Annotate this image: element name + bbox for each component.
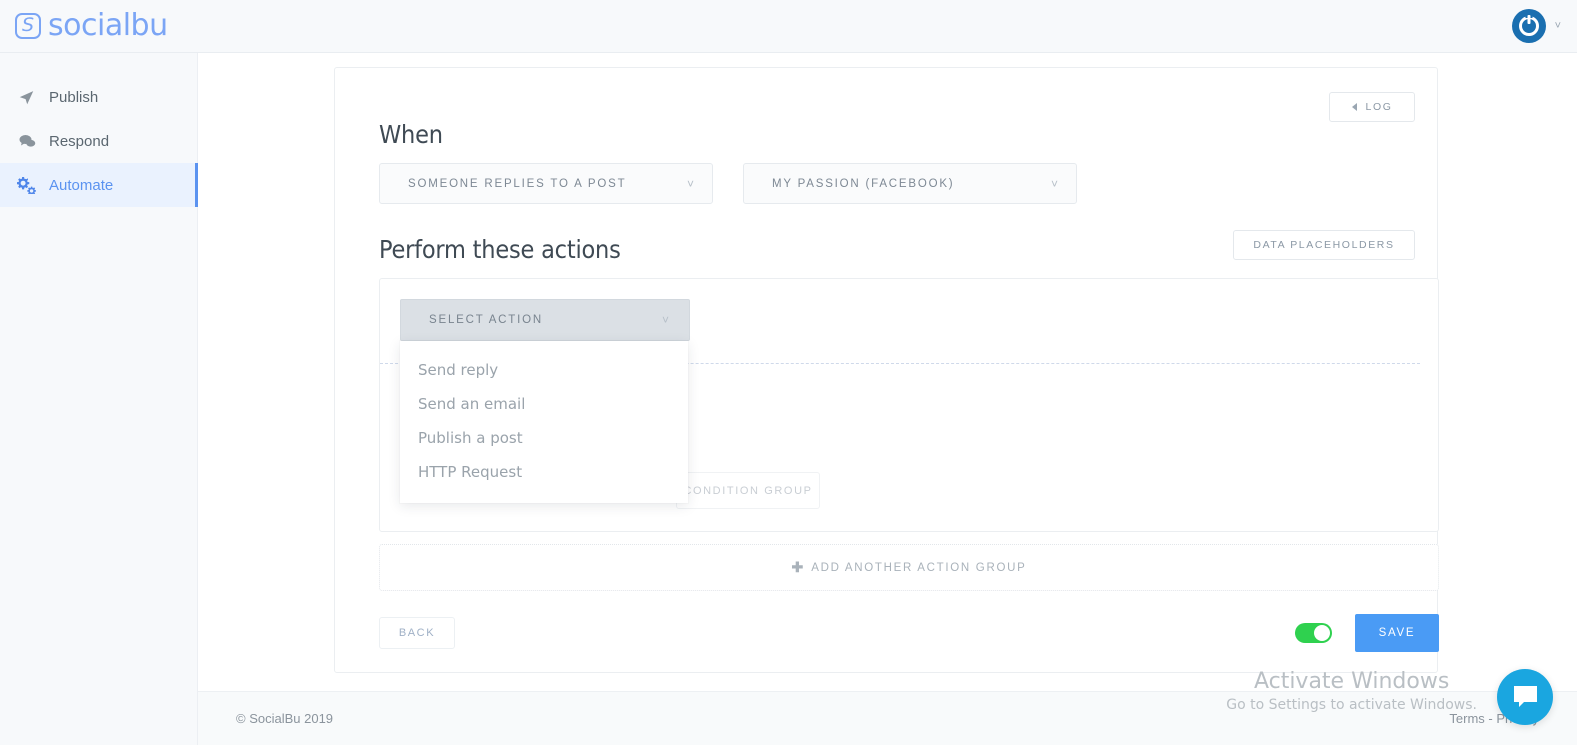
top-bar: S socialbu ˅ bbox=[0, 0, 1577, 53]
when-title: When bbox=[379, 120, 443, 149]
action-options-menu: Send reply Send an email Publish a post … bbox=[400, 341, 688, 503]
chevron-down-icon: ˅ bbox=[661, 313, 669, 327]
chevron-down-icon[interactable]: ˅ bbox=[1555, 20, 1561, 32]
save-button-label: SAVE bbox=[1378, 627, 1416, 639]
terms-link[interactable]: Terms bbox=[1449, 711, 1484, 726]
brand-logo[interactable]: S socialbu bbox=[0, 11, 168, 41]
plus-icon: ✚ bbox=[791, 559, 804, 575]
sidebar: Publish Respond Automate bbox=[0, 53, 198, 745]
account-select-value: MY PASSION (FACEBOOK) bbox=[772, 177, 955, 190]
select-action-value: SELECT ACTION bbox=[429, 314, 543, 326]
add-another-action-group-button[interactable]: ✚ ADD ANOTHER ACTION GROUP bbox=[379, 544, 1439, 591]
action-option-send-reply[interactable]: Send reply bbox=[400, 353, 688, 387]
copyright-text: © SocialBu 2019 bbox=[236, 711, 334, 726]
app-root: S socialbu ˅ Publish Respond Automate LO… bbox=[0, 0, 1577, 745]
sidebar-item-label: Automate bbox=[49, 176, 114, 194]
trigger-select-value: SOMEONE REPLIES TO A POST bbox=[408, 177, 627, 190]
card-footer: BACK SAVE bbox=[379, 614, 1439, 652]
action-option-publish-a-post[interactable]: Publish a post bbox=[400, 421, 688, 455]
chat-support-button[interactable] bbox=[1497, 669, 1553, 725]
condition-group-button[interactable]: CONDITION GROUP bbox=[676, 472, 820, 509]
add-another-action-group-label: ADD ANOTHER ACTION GROUP bbox=[811, 561, 1027, 574]
back-button[interactable]: BACK bbox=[379, 617, 455, 649]
comments-icon bbox=[17, 132, 36, 150]
sidebar-item-publish[interactable]: Publish bbox=[0, 75, 197, 119]
card-footer-right: SAVE bbox=[1295, 614, 1439, 652]
toggle-knob bbox=[1314, 625, 1330, 641]
sidebar-item-respond[interactable]: Respond bbox=[0, 119, 197, 163]
chevron-down-icon: ˅ bbox=[1050, 176, 1058, 191]
action-group-panel: CONDITION GROUP SELECT ACTION ˅ Send rep… bbox=[379, 278, 1439, 532]
avatar[interactable] bbox=[1511, 9, 1546, 43]
data-placeholders-button[interactable]: DATA PLACEHOLDERS bbox=[1233, 230, 1415, 260]
trigger-select[interactable]: SOMEONE REPLIES TO A POST ˅ bbox=[379, 163, 713, 204]
save-button[interactable]: SAVE bbox=[1355, 614, 1439, 652]
data-placeholders-label: DATA PLACEHOLDERS bbox=[1253, 239, 1395, 251]
brand-mark-letter: S bbox=[21, 13, 35, 36]
brand-name: socialbu bbox=[48, 8, 168, 43]
log-button[interactable]: LOG bbox=[1329, 92, 1415, 122]
actions-title: Perform these actions bbox=[379, 235, 621, 264]
action-option-send-an-email[interactable]: Send an email bbox=[400, 387, 688, 421]
sidebar-item-automate[interactable]: Automate bbox=[0, 163, 198, 207]
log-button-label: LOG bbox=[1365, 101, 1393, 113]
select-action-dropdown[interactable]: SELECT ACTION ˅ bbox=[400, 299, 690, 341]
paper-plane-icon bbox=[17, 89, 36, 106]
main-content: LOG When SOMEONE REPLIES TO A POST ˅ MY … bbox=[198, 53, 1577, 745]
power-circle-avatar-icon bbox=[1518, 16, 1539, 36]
condition-group-label: CONDITION GROUP bbox=[683, 484, 813, 497]
sidebar-item-label: Publish bbox=[49, 88, 99, 106]
socialbu-mark-icon: S bbox=[15, 13, 41, 39]
chat-bubble-icon bbox=[1512, 685, 1539, 709]
sidebar-item-label: Respond bbox=[49, 132, 110, 150]
enabled-toggle[interactable] bbox=[1295, 623, 1332, 643]
footer-link-separator: - bbox=[1488, 711, 1493, 726]
action-option-http-request[interactable]: HTTP Request bbox=[400, 455, 688, 489]
automation-card: LOG When SOMEONE REPLIES TO A POST ˅ MY … bbox=[334, 67, 1439, 673]
cogs-icon bbox=[17, 176, 36, 194]
back-button-label: BACK bbox=[398, 627, 436, 639]
actions-header: Perform these actions DATA PLACEHOLDERS bbox=[379, 230, 1415, 264]
top-bar-right: ˅ bbox=[1511, 9, 1577, 43]
trigger-row: SOMEONE REPLIES TO A POST ˅ MY PASSION (… bbox=[379, 163, 1415, 204]
account-select[interactable]: MY PASSION (FACEBOOK) ˅ bbox=[743, 163, 1077, 204]
chevron-down-icon: ˅ bbox=[686, 176, 694, 191]
page-footer: © SocialBu 2019 Terms - Privacy bbox=[198, 691, 1577, 745]
arrow-left-icon bbox=[1351, 103, 1357, 111]
